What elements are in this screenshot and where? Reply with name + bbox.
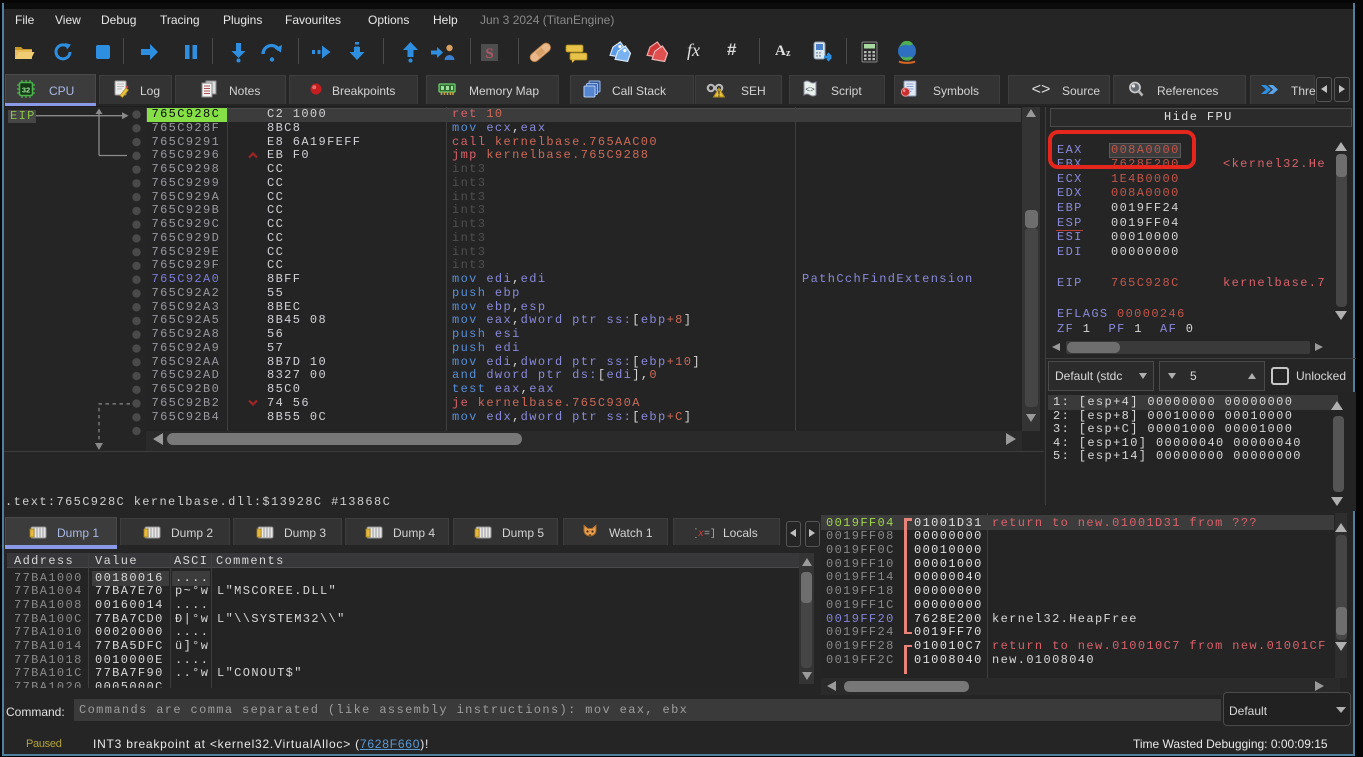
svg-text:[x=]: [x=] — [695, 528, 714, 540]
svg-text:S: S — [485, 46, 493, 62]
svg-text:<>: <> — [805, 86, 815, 95]
svg-text:<>: <> — [1032, 81, 1050, 98]
svg-text:!: ! — [718, 90, 721, 99]
